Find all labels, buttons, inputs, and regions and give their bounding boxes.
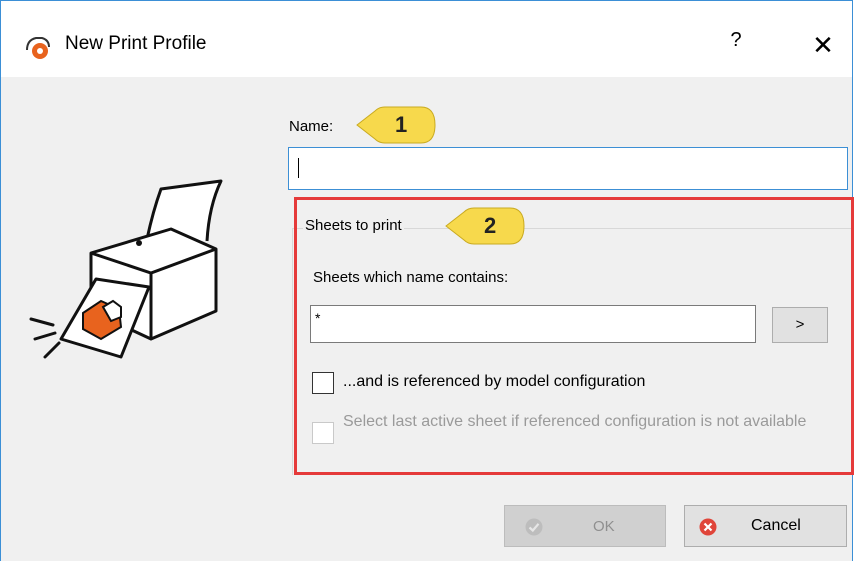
sheet-name-filter-input[interactable]: *	[310, 305, 756, 343]
check-icon	[525, 518, 543, 536]
name-label: Name:	[289, 118, 334, 135]
print-profile-icon	[26, 37, 50, 59]
referenced-by-config-checkbox[interactable]	[312, 372, 334, 394]
select-last-active-label[interactable]: Select last active sheet if referenced c…	[343, 411, 813, 433]
browse-button[interactable]: >	[772, 307, 828, 343]
printer-illustration	[29, 179, 223, 359]
dialog-window: New Print Profile ? ✕ Name: Sheets to pr…	[0, 0, 854, 561]
ok-button[interactable]: OK	[504, 505, 666, 547]
cancel-button[interactable]: Cancel	[684, 505, 847, 547]
select-last-active-checkbox[interactable]	[312, 422, 334, 444]
cancel-button-label: Cancel	[751, 517, 801, 534]
callout-2: 2	[444, 206, 526, 246]
title-bar: New Print Profile ? ✕	[1, 1, 852, 77]
ok-button-label: OK	[593, 518, 615, 535]
callout-2-number: 2	[484, 213, 497, 238]
dialog-title: New Print Profile	[65, 33, 207, 54]
close-button[interactable]: ✕	[806, 27, 840, 63]
callout-1: 1	[355, 105, 437, 145]
referenced-by-config-label[interactable]: ...and is referenced by model configurat…	[343, 373, 645, 391]
cancel-icon	[699, 518, 717, 536]
name-input[interactable]	[288, 147, 848, 190]
help-button[interactable]: ?	[721, 29, 751, 61]
text-caret	[298, 158, 299, 178]
sheets-contains-label: Sheets which name contains:	[313, 269, 509, 286]
callout-1-number: 1	[395, 112, 408, 137]
